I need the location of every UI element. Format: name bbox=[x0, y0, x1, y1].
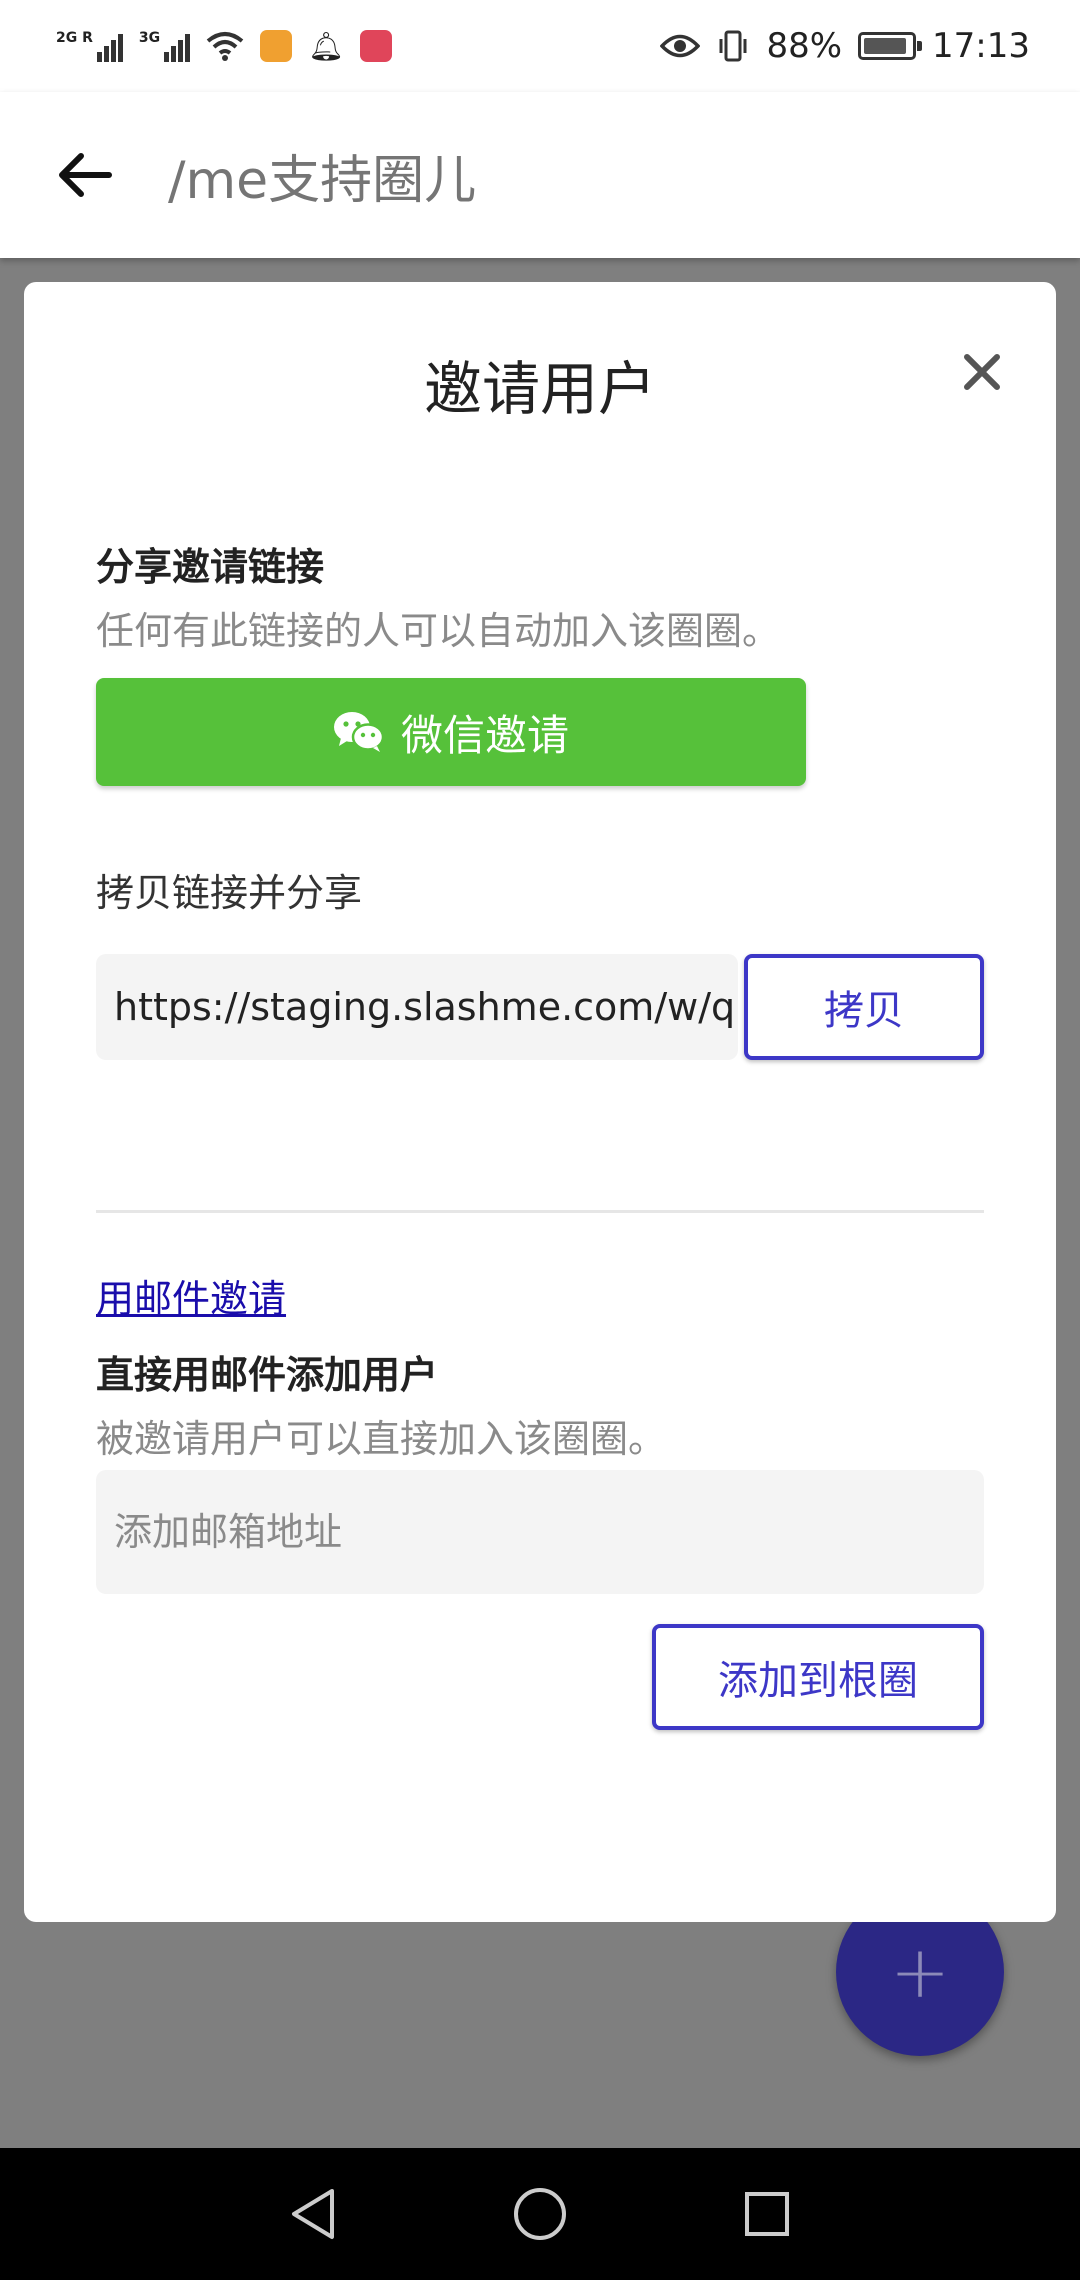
status-right: 88% 17:13 bbox=[660, 26, 1030, 66]
vibrate-icon bbox=[719, 30, 747, 62]
status-bar: 2G R 3G 🔔︎ 88% 17:13 bbox=[0, 0, 1080, 92]
email-add-description: 被邀请用户可以直接加入该圈圈。 bbox=[96, 1417, 667, 1461]
nav-home-button[interactable] bbox=[500, 2174, 580, 2254]
divider bbox=[96, 1210, 984, 1213]
plus-icon: + bbox=[889, 1930, 951, 2014]
wifi-icon bbox=[206, 32, 244, 61]
signal-2g-icon: 2G R bbox=[56, 30, 123, 62]
invite-dialog: 邀请用户 分享邀请链接 任何有此链接的人可以自动加入该圈圈。 微信邀请 拷贝链接… bbox=[24, 282, 1056, 1922]
close-icon bbox=[964, 354, 1000, 390]
system-nav-bar bbox=[0, 2148, 1080, 2280]
battery-icon bbox=[858, 32, 923, 60]
page-title: /me支持圈儿 bbox=[168, 150, 477, 211]
app-bar: /me支持圈儿 bbox=[0, 92, 1080, 258]
circle-home-icon bbox=[513, 2188, 566, 2240]
wechat-icon bbox=[333, 712, 385, 752]
eye-icon bbox=[660, 34, 701, 58]
dialog-title: 邀请用户 bbox=[423, 355, 656, 423]
network-type-1: 2G R bbox=[56, 30, 93, 46]
square-recents-icon bbox=[744, 2192, 789, 2236]
invite-link-field[interactable]: https://staging.slashme.com/w/qu bbox=[96, 954, 738, 1060]
wechat-invite-label: 微信邀请 bbox=[400, 710, 569, 760]
app-notification-icon bbox=[260, 30, 293, 62]
triangle-back-icon bbox=[292, 2189, 335, 2239]
arrow-left-icon bbox=[59, 153, 112, 197]
copy-link-label: 拷贝链接并分享 bbox=[96, 871, 363, 915]
copy-button[interactable]: 拷贝 bbox=[744, 954, 984, 1060]
add-to-root-button[interactable]: 添加到根圈 bbox=[652, 1624, 984, 1730]
close-button[interactable] bbox=[952, 342, 1012, 402]
email-invite-link[interactable]: 用邮件邀请 bbox=[96, 1268, 286, 1323]
signal-3g-icon: 3G bbox=[138, 30, 191, 62]
back-button[interactable] bbox=[40, 130, 130, 220]
nav-recents-button[interactable] bbox=[727, 2174, 807, 2254]
clock: 17:13 bbox=[932, 26, 1030, 66]
nav-back-button[interactable] bbox=[273, 2174, 353, 2254]
battery-percent: 88% bbox=[766, 26, 843, 66]
wechat-invite-button[interactable]: 微信邀请 bbox=[96, 678, 806, 786]
bell-icon: 🔔︎ bbox=[308, 29, 344, 63]
share-link-description: 任何有此链接的人可以自动加入该圈圈。 bbox=[96, 609, 781, 653]
reader-app-icon bbox=[359, 30, 392, 62]
share-link-heading: 分享邀请链接 bbox=[96, 545, 325, 589]
network-type-2: 3G bbox=[138, 30, 161, 46]
email-add-heading: 直接用邮件添加用户 bbox=[96, 1353, 439, 1397]
email-field[interactable] bbox=[96, 1470, 984, 1594]
status-left: 2G R 3G 🔔︎ bbox=[56, 30, 392, 63]
